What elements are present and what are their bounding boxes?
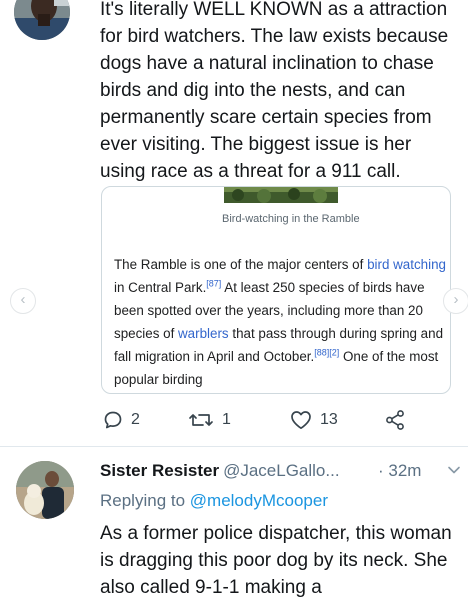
- tweet1-text: It's literally WELL KNOWN as a attractio…: [100, 0, 449, 182]
- link-bird-watching[interactable]: bird watching: [367, 257, 446, 272]
- wiki-text-1: The Ramble is one of the major centers o…: [114, 257, 368, 272]
- timestamp[interactable]: · 32m: [378, 458, 421, 484]
- user-handle[interactable]: @JaceLGallo...: [223, 461, 339, 480]
- tweet2-header: Sister Resister @JaceLGallo... · 32m: [100, 458, 460, 484]
- wiki-text-2: in Central Park.: [114, 280, 207, 295]
- tweet1-actions: 2 1 13: [0, 404, 468, 436]
- chevron-down-icon: [448, 466, 460, 474]
- ramble-photo: [224, 187, 338, 203]
- replying-prefix: Replying to: [100, 491, 190, 510]
- ref-87[interactable]: [87]: [206, 279, 221, 289]
- tweet-divider: [0, 446, 468, 447]
- chevron-left-icon: ‹: [20, 291, 26, 308]
- chevron-right-icon: ›: [453, 291, 459, 308]
- avatar-photo-woman-dog: [16, 461, 74, 519]
- share-icon: [386, 410, 404, 430]
- avatar-tweet2[interactable]: [16, 461, 74, 519]
- replying-handle-link[interactable]: @melodyMcooper: [190, 491, 328, 510]
- retweet-icon: [189, 414, 213, 426]
- ref-88-2[interactable]: [88][2]: [314, 348, 339, 358]
- reply-button[interactable]: 2: [103, 404, 140, 436]
- wiki-paragraph: The Ramble is one of the major centers o…: [114, 253, 446, 391]
- carousel-next-button[interactable]: ›: [443, 288, 468, 314]
- replying-to: Replying to @melodyMcooper: [100, 488, 328, 514]
- like-button[interactable]: 13: [290, 404, 338, 436]
- retweet-button[interactable]: 1: [188, 404, 231, 436]
- like-count: 13: [320, 411, 338, 428]
- retweet-count: 1: [222, 411, 231, 428]
- heart-icon: [291, 411, 311, 430]
- image-caption: Bird-watching in the Ramble: [222, 213, 360, 225]
- carousel-prev-button[interactable]: ‹: [10, 288, 36, 314]
- avatar-photo-man: [14, 0, 70, 40]
- reply-count: 2: [131, 411, 140, 428]
- reply-icon: [104, 411, 122, 429]
- tweet-menu-button[interactable]: [446, 462, 462, 478]
- wikipedia-card[interactable]: Bird-watching in the Ramble The Ramble i…: [101, 186, 451, 394]
- display-name[interactable]: Sister Resister: [100, 461, 219, 480]
- link-warblers[interactable]: warblers: [178, 326, 229, 341]
- avatar-tweet1[interactable]: [14, 0, 70, 40]
- tweet2-text: As a former police dispatcher, this woma…: [100, 523, 452, 598]
- share-button[interactable]: [384, 404, 406, 436]
